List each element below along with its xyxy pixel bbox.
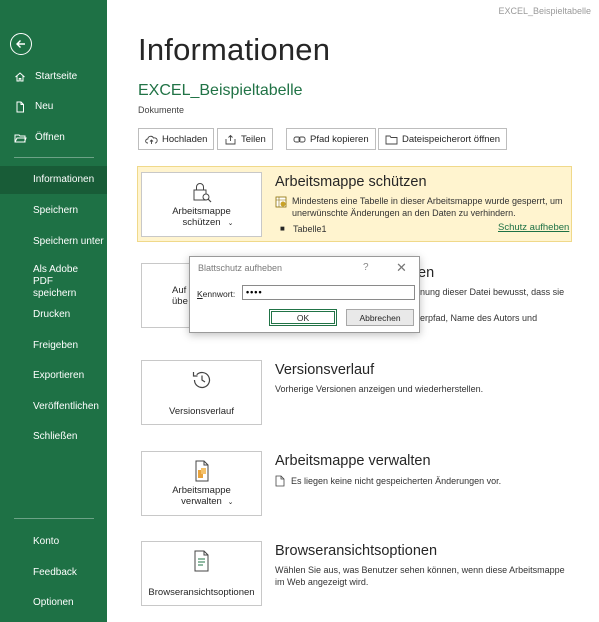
manage-description: Es liegen keine nicht gespeicherten Ände… <box>291 476 502 486</box>
copy-link-icon <box>293 136 306 142</box>
manage-workbook-button[interactable]: Arbeitsmappe verwalten ⌄ <box>141 451 262 516</box>
upload-icon <box>145 135 158 144</box>
sidebar-item-oeffnen[interactable]: Öffnen <box>0 131 107 145</box>
browser-description: Wählen Sie aus, was Benutzer sehen könne… <box>275 565 565 587</box>
backstage-sidebar: Startseite Neu Öffnen Informationen Spei… <box>0 0 107 622</box>
sidebar-item-informationen[interactable]: Informationen <box>0 166 107 194</box>
window-title: EXCEL_Beispieltabelle <box>498 6 591 16</box>
document-name: EXCEL_Beispieltabelle <box>138 82 303 99</box>
sidebar-item-label: Neu <box>35 101 54 112</box>
protect-workbook-button[interactable]: Arbeitsmappe schützen ⌄ <box>141 172 262 237</box>
protected-sheet-name: Tabelle1 <box>293 224 327 234</box>
sidebar-item-label: Veröffentlichen <box>33 401 99 412</box>
home-icon <box>14 71 30 83</box>
sidebar-item-als-adobe-pdf[interactable]: Als Adobe PDF speichern <box>0 264 107 299</box>
protect-tile-label: Arbeitsmappe schützen <box>172 206 231 228</box>
sidebar-divider <box>14 157 94 158</box>
browser-tile-label: Browseransichtsoptionen <box>148 587 255 598</box>
new-file-icon <box>14 101 30 113</box>
sidebar-item-label: Konto <box>33 536 60 547</box>
protect-title: Arbeitsmappe schützen <box>275 174 427 190</box>
sidebar-item-label: Schließen <box>33 431 78 442</box>
cancel-button[interactable]: Abbrechen <box>346 309 414 326</box>
open-file-location-button[interactable]: Dateispeicherort öffnen <box>378 128 508 150</box>
copy-path-button[interactable]: Pfad kopieren <box>286 128 376 150</box>
version-title: Versionsverlauf <box>275 362 375 378</box>
password-label-rest: ennwort: <box>202 289 236 299</box>
warning-sheet-icon <box>275 195 287 213</box>
upload-button[interactable]: Hochladen <box>138 128 215 150</box>
back-arrow-icon <box>16 40 25 48</box>
sidebar-item-label: Feedback <box>33 567 77 578</box>
page-title: Informationen <box>138 32 331 67</box>
manage-tile-label: Arbeitsmappe verwalten <box>172 485 231 507</box>
sidebar-item-neu[interactable]: Neu <box>0 100 107 114</box>
ok-button[interactable]: OK <box>269 309 337 326</box>
share-button[interactable]: Teilen <box>217 128 273 150</box>
protect-description: Mindestens eine Tabelle in dieser Arbeit… <box>292 196 563 218</box>
sidebar-divider <box>14 518 94 519</box>
close-icon[interactable]: ✕ <box>396 260 407 276</box>
inspect-description-1: nung dieser Datei bewusst, dass sie <box>420 287 565 297</box>
sidebar-item-veroeffentlichen[interactable]: Veröffentlichen <box>0 400 107 414</box>
browser-view-options-button[interactable]: Browseransichtsoptionen <box>141 541 262 606</box>
folder-open-icon <box>14 132 30 144</box>
dialog-title: Blattschutz aufheben <box>198 263 283 273</box>
sidebar-item-speichern-unter[interactable]: Speichern unter <box>0 235 107 249</box>
unprotect-sheet-dialog: Blattschutz aufheben ? ✕ Kennwort: •••• … <box>189 256 420 333</box>
sidebar-item-konto[interactable]: Konto <box>0 535 107 549</box>
unprotect-link[interactable]: Schutz aufheben <box>498 222 569 234</box>
sidebar-item-label: Als Adobe PDF speichern <box>33 264 79 299</box>
inspect-description-2: erpfad, Name des Autors und <box>420 313 538 323</box>
sidebar-item-optionen[interactable]: Optionen <box>0 596 107 610</box>
back-button[interactable] <box>10 33 32 55</box>
sidebar-item-label: Exportieren <box>33 370 85 381</box>
version-history-button[interactable]: Versionsverlauf <box>141 360 262 425</box>
sidebar-item-schliessen[interactable]: Schließen <box>0 430 107 444</box>
sidebar-item-label: Optionen <box>33 597 74 608</box>
password-input[interactable]: •••• <box>242 285 415 300</box>
sidebar-item-startseite[interactable]: Startseite <box>0 70 107 84</box>
bullet: ■ <box>280 224 285 233</box>
inspect-tile-label-line2: übe <box>172 295 188 307</box>
chevron-down-icon: ⌄ <box>227 499 234 506</box>
manage-document-icon <box>192 459 212 486</box>
sidebar-item-label: Startseite <box>35 71 78 82</box>
version-description: Vorherige Versionen anzeigen und wiederh… <box>275 384 484 394</box>
sidebar-item-speichern[interactable]: Speichern <box>0 204 107 218</box>
sidebar-item-label: Informationen <box>33 174 95 185</box>
inspect-title: en <box>418 265 435 281</box>
copy-path-button-label: Pfad kopieren <box>310 133 369 145</box>
browser-title: Browseransichtsoptionen <box>275 543 438 559</box>
document-small-icon <box>275 474 285 492</box>
version-tile-label: Versionsverlauf <box>169 406 234 417</box>
document-location: Dokumente <box>138 105 185 115</box>
sidebar-item-label: Drucken <box>33 309 71 320</box>
help-icon[interactable]: ? <box>363 262 369 273</box>
browser-view-icon <box>191 549 213 576</box>
sidebar-item-freigeben[interactable]: Freigeben <box>0 339 107 353</box>
open-file-location-label: Dateispeicherort öffnen <box>402 133 501 145</box>
sidebar-item-label: Speichern <box>33 205 79 216</box>
manage-title: Arbeitsmappe verwalten <box>275 453 431 469</box>
sidebar-item-feedback[interactable]: Feedback <box>0 566 107 580</box>
lock-icon <box>191 180 213 207</box>
inspect-tile-label-line1: Auf <box>172 284 187 296</box>
password-label: Kennwort: <box>197 289 236 299</box>
sidebar-item-label: Speichern unter <box>33 236 104 247</box>
chevron-down-icon: ⌄ <box>227 220 234 227</box>
share-icon <box>225 134 236 144</box>
share-button-label: Teilen <box>241 133 266 145</box>
sidebar-item-label: Freigeben <box>33 340 79 351</box>
sidebar-item-drucken[interactable]: Drucken <box>0 308 107 322</box>
sidebar-item-exportieren[interactable]: Exportieren <box>0 369 107 383</box>
sidebar-item-label: Öffnen <box>35 132 65 143</box>
upload-button-label: Hochladen <box>162 133 208 145</box>
history-clock-icon <box>190 368 214 395</box>
folder-icon <box>385 135 398 144</box>
